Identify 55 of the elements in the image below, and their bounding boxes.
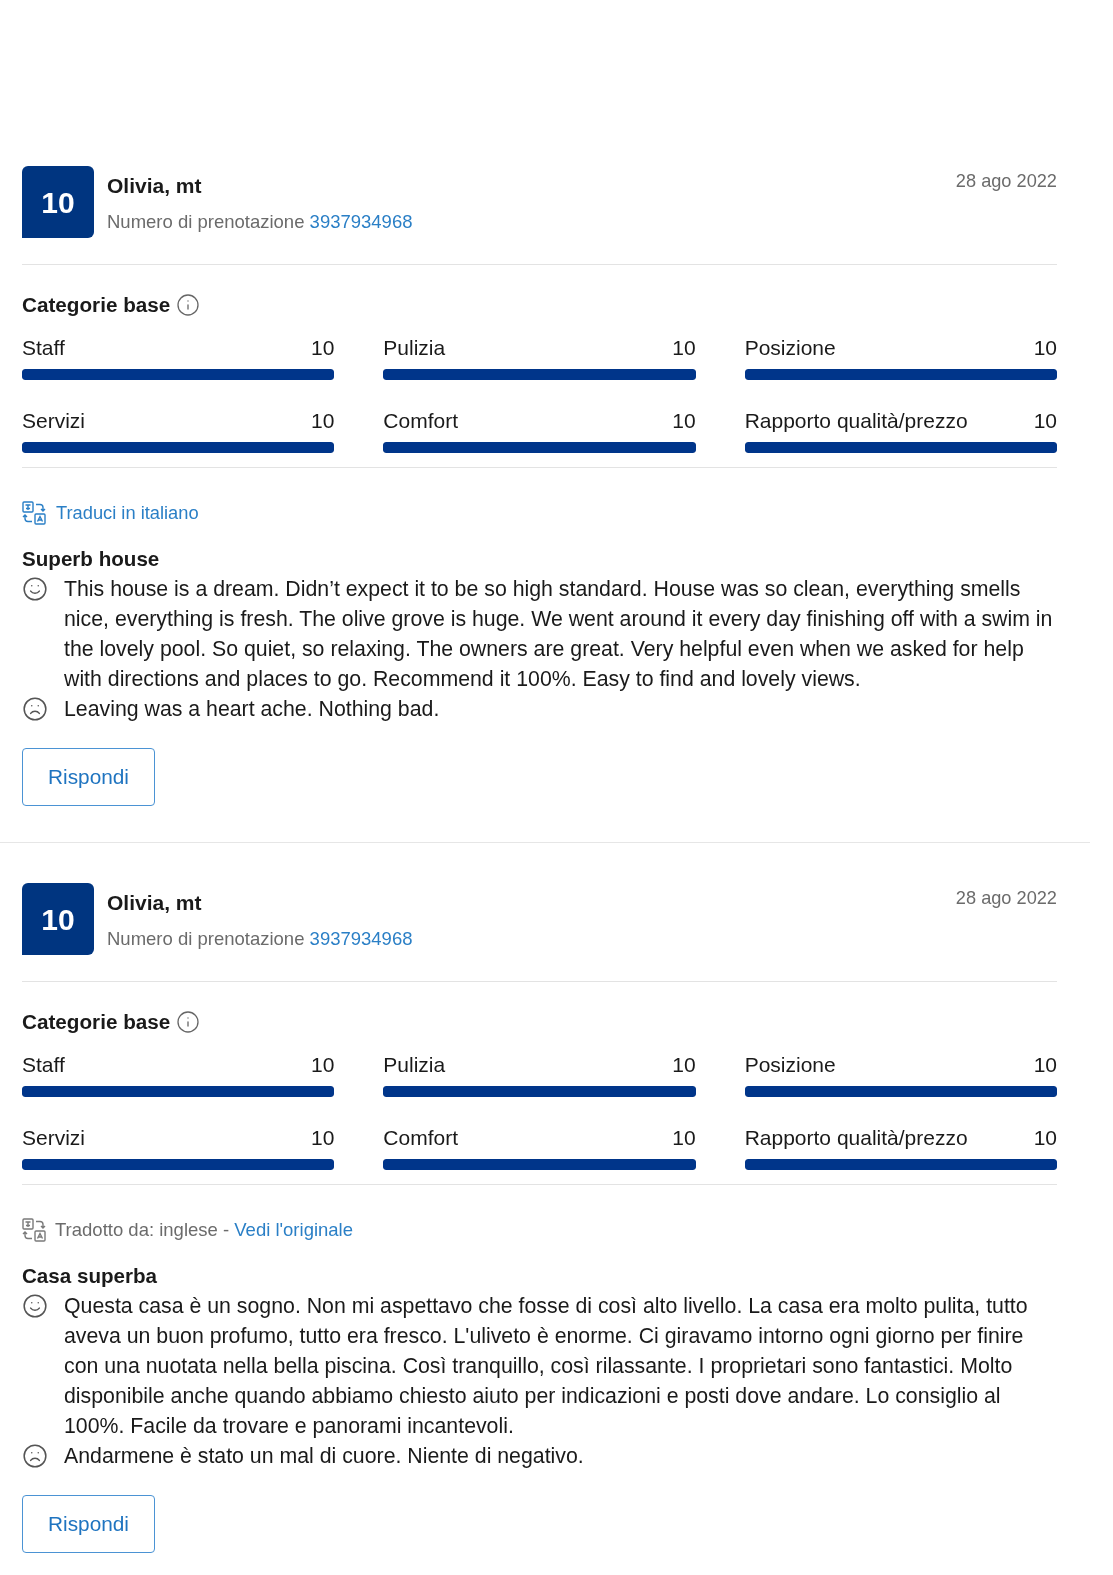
category-label: Rapporto qualità/prezzo	[744, 408, 968, 434]
review-title: Superb house	[22, 546, 161, 572]
review-title: Casa superba	[22, 1263, 159, 1289]
category-label: Pulizia	[383, 335, 446, 361]
translate-icon	[22, 1218, 46, 1242]
category-label: Comfort	[383, 1125, 458, 1151]
category-label: Pulizia	[383, 1052, 446, 1078]
booking-number-link[interactable]: 3937934968	[309, 211, 413, 232]
category-score: 10	[1033, 1052, 1057, 1078]
category-score: 10	[310, 335, 335, 361]
category-label: Staff	[22, 1052, 65, 1078]
translation-note: Tradotto da: inglese - Vedi l'originale	[55, 1218, 353, 1242]
reply-button[interactable]: Rispondi	[22, 748, 155, 806]
frown-icon	[22, 1443, 48, 1469]
category-score: 10	[310, 1125, 335, 1151]
category-score: 10	[1033, 408, 1057, 434]
category-score: 10	[310, 408, 335, 434]
category-score: 10	[672, 1125, 696, 1151]
negative-comment: Andarmene è stato un mal di cuore. Niente di negativo.	[64, 1443, 584, 1470]
category-label: Comfort	[383, 408, 458, 434]
booking-number-text: Numero di prenotazione 3937934968	[107, 210, 413, 234]
category-score: 10	[310, 1052, 335, 1078]
category-label: Rapporto qualità/prezzo	[744, 1125, 968, 1151]
positive-comment: Questa casa è un sogno. Non mi aspettavo che fosse di così alto livello. La casa era molto pulita, tutto aveva un buon profumo, tutto era fresco. L'uliveto è enorme. Ci giravamo intorno ogni giorno per finire con una nuotata nella bella piscina. Così tranquillo, così rilassante. I proprietari sono fantastici. Molto disponibile anche quando abbiamo chiesto aiuto per indicazioni e posti dove andare. Lo consiglio al 100%. Facile da trovare e panorami incantevoli.	[64, 1293, 1029, 1440]
review-date: 28 ago 2022	[955, 170, 1057, 191]
info-icon[interactable]	[176, 1010, 201, 1034]
reviewer-name: Olivia, mt	[107, 174, 203, 198]
booking-number-link[interactable]: 3937934968	[309, 928, 413, 949]
category-score: 10	[672, 335, 696, 361]
category-score: 10	[1033, 335, 1057, 361]
review-date: 28 ago 2022	[955, 887, 1057, 908]
translate-icon	[22, 501, 46, 525]
negative-comment: Leaving was a heart ache. Nothing bad.	[64, 696, 440, 723]
category-score: 10	[672, 408, 696, 434]
reviewer-name: Olivia, mt	[107, 891, 203, 915]
category-label: Servizi	[22, 1125, 85, 1151]
frown-icon	[22, 696, 48, 722]
category-label: Servizi	[22, 408, 85, 434]
smiley-icon	[22, 1293, 48, 1319]
categories-title: Categorie base	[22, 1009, 171, 1035]
categories-title: Categorie base	[22, 292, 171, 318]
score-badge: 10	[22, 166, 94, 238]
category-score: 10	[1033, 1125, 1057, 1151]
score-badge: 10	[22, 883, 94, 955]
smiley-icon	[22, 576, 48, 602]
booking-number-text: Numero di prenotazione 3937934968	[107, 927, 413, 951]
translate-link[interactable]: Traduci in italiano	[56, 501, 199, 525]
category-label: Staff	[22, 335, 65, 361]
positive-comment: This house is a dream. Didn’t expect it to be so high standard. House was so clean, everything smells nice, everything is fresh. The olive grove is huge. We went around it every day finishing off with a swim in the lovely pool. So quiet, so relaxing. The owners are great. Very helpful even when we asked for help with directions and places to go. Recommend it 100%. Easy to find and lovely views.	[64, 576, 1054, 693]
see-original-link[interactable]: Vedi l'originale	[234, 1219, 353, 1240]
category-label: Posizione	[744, 1052, 836, 1078]
info-icon[interactable]	[176, 293, 201, 317]
reply-button[interactable]: Rispondi	[22, 1495, 155, 1553]
category-score: 10	[672, 1052, 696, 1078]
category-label: Posizione	[744, 335, 836, 361]
